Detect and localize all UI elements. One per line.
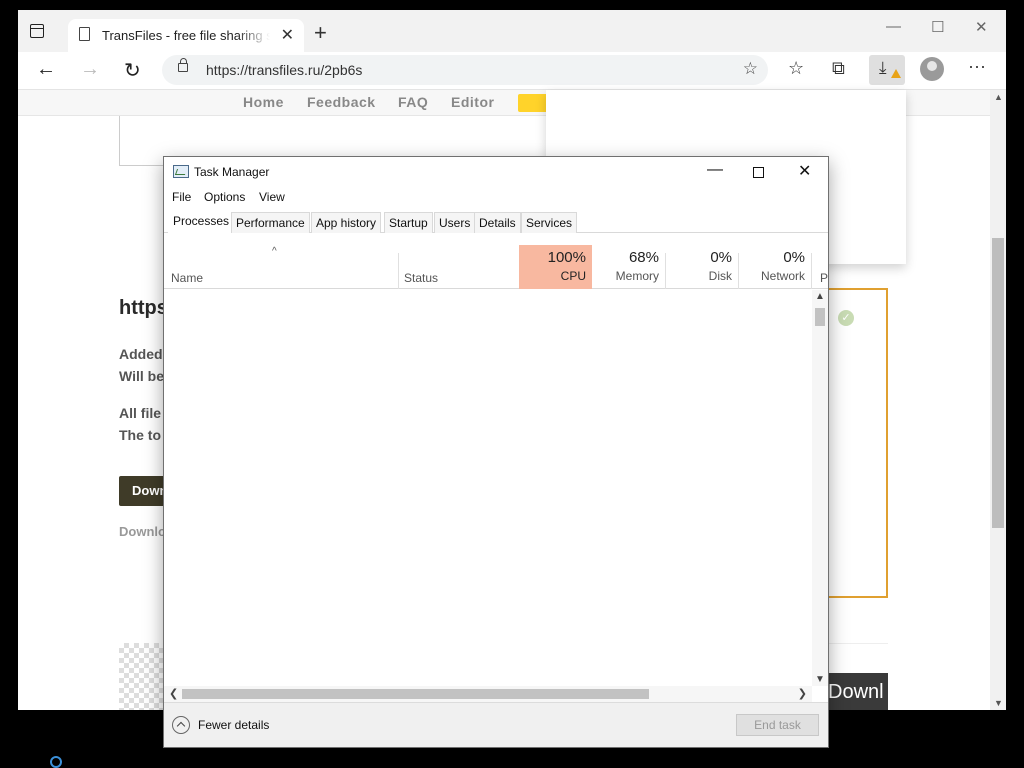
address-bar[interactable]: https://transfiles.ru/2pb6s ☆ xyxy=(162,55,768,85)
column-memory[interactable]: 68% Memory xyxy=(592,245,665,289)
end-task-button[interactable]: End task xyxy=(736,714,819,736)
tab-startup[interactable]: Startup xyxy=(384,212,433,233)
fewer-details-link[interactable]: Fewer details xyxy=(198,718,269,732)
window-minimize-button[interactable]: — xyxy=(886,18,901,35)
column-name[interactable]: Name xyxy=(171,271,203,285)
column-status[interactable]: Status xyxy=(404,271,438,285)
tm-close-button[interactable]: ✕ xyxy=(798,161,811,181)
process-table-header: ^ Name Status 100% CPU 68% Memory 0% Dis… xyxy=(164,245,828,289)
tab-processes[interactable]: Processes xyxy=(168,210,235,234)
cpu-label: CPU xyxy=(560,269,586,283)
task-manager-icon xyxy=(173,165,189,178)
sort-arrow-icon: ^ xyxy=(272,246,277,257)
nav-highlight-button[interactable] xyxy=(518,94,548,112)
hscroll-thumb[interactable] xyxy=(182,689,649,699)
task-manager-titlebar[interactable]: Task Manager — ✕ xyxy=(164,157,828,187)
profile-icon[interactable] xyxy=(920,57,944,81)
scrollbar-thumb[interactable] xyxy=(992,238,1004,528)
file-link-heading[interactable]: https xyxy=(119,297,168,320)
tab-services[interactable]: Services xyxy=(521,212,578,233)
download-banner-button[interactable]: Downl xyxy=(828,673,888,710)
task-manager-footer: Fewer details End task xyxy=(164,702,828,747)
process-list[interactable] xyxy=(164,290,812,686)
chevron-up-circle-icon[interactable] xyxy=(172,716,190,734)
nav-feedback-link[interactable]: Feedback xyxy=(307,94,376,110)
tab-app-history[interactable]: App history xyxy=(311,212,382,233)
tm-maximize-button[interactable] xyxy=(753,167,764,178)
process-list-hscrollbar[interactable]: ❮ ❯ xyxy=(164,686,812,702)
page-icon xyxy=(79,27,90,41)
cpu-percent: 100% xyxy=(547,249,586,266)
scroll-up-icon[interactable]: ▲ xyxy=(994,92,1003,102)
forward-button[interactable]: → xyxy=(80,58,100,81)
files-text: All file xyxy=(119,405,162,421)
lock-icon[interactable] xyxy=(178,58,188,72)
scroll-up-icon[interactable]: ▲ xyxy=(815,291,825,302)
tab-close-icon[interactable]: ✕ xyxy=(281,25,294,45)
scroll-down-icon[interactable]: ▼ xyxy=(815,674,825,685)
task-manager-menubar: File Options View xyxy=(164,188,828,208)
warning-icon xyxy=(891,69,901,78)
window-close-button[interactable]: ✕ xyxy=(975,18,988,36)
collections-icon[interactable]: ⧉ xyxy=(832,58,845,79)
cursor-icon xyxy=(50,756,62,768)
task-manager-window: Task Manager — ✕ File Options View Proce… xyxy=(163,156,829,748)
add-favorite-icon[interactable]: ☆ xyxy=(743,59,758,79)
column-power[interactable]: P xyxy=(820,271,828,285)
disk-label: Disk xyxy=(708,269,732,283)
window-maximize-button[interactable]: ☐ xyxy=(931,18,944,36)
tab-actions-icon[interactable] xyxy=(30,24,44,38)
url-text[interactable]: https://transfiles.ru/2pb6s xyxy=(206,62,362,78)
added-text: Added xyxy=(119,346,163,362)
download-link[interactable]: Downlo xyxy=(119,524,166,539)
back-button[interactable]: ← xyxy=(36,58,56,81)
network-percent: 0% xyxy=(783,249,805,266)
scroll-down-icon[interactable]: ▼ xyxy=(994,698,1003,708)
memory-percent: 68% xyxy=(628,249,659,266)
browser-tab[interactable]: TransFiles - free file sharing service ✕ xyxy=(68,19,304,52)
vscroll-thumb[interactable] xyxy=(815,308,825,326)
disk-percent: 0% xyxy=(710,249,732,266)
total-text: The to xyxy=(119,427,161,443)
scroll-left-icon[interactable]: ❮ xyxy=(169,687,178,700)
tab-bar: TransFiles - free file sharing service ✕… xyxy=(18,10,1006,52)
memory-label: Memory xyxy=(615,269,659,283)
task-manager-tabs: Processes Performance App history Startu… xyxy=(164,209,828,234)
new-tab-button[interactable]: + xyxy=(314,20,327,46)
reload-button[interactable]: ↻ xyxy=(124,58,141,83)
column-cpu[interactable]: 100% CPU xyxy=(519,245,592,289)
column-network[interactable]: 0% Network xyxy=(738,245,811,289)
network-label: Network xyxy=(760,269,805,283)
process-list-vscrollbar[interactable]: ▲ ▼ xyxy=(812,290,828,686)
column-disk[interactable]: 0% Disk xyxy=(665,245,738,289)
page-scrollbar[interactable]: ▲ ▼ xyxy=(990,90,1006,710)
desktop: TransFiles - free file sharing service ✕… xyxy=(0,0,1024,768)
favorites-icon[interactable]: ☆ xyxy=(788,58,804,79)
column-separator[interactable] xyxy=(811,253,812,289)
download-icon: ⤓ xyxy=(879,58,887,77)
menu-view[interactable]: View xyxy=(259,190,285,204)
check-icon: ✓ xyxy=(838,310,854,326)
nav-editor-link[interactable]: Editor xyxy=(451,94,494,110)
nav-home-link[interactable]: Home xyxy=(243,94,284,110)
menu-file[interactable]: File xyxy=(172,190,191,204)
nav-faq-link[interactable]: FAQ xyxy=(398,94,428,110)
more-icon[interactable]: ··· xyxy=(968,56,986,77)
tab-details[interactable]: Details xyxy=(474,212,521,233)
browser-toolbar: ← → ↻ https://transfiles.ru/2pb6s ☆ ☆ ⧉ … xyxy=(18,52,1006,90)
tm-minimize-button[interactable]: — xyxy=(707,161,723,179)
expiry-text: Will be xyxy=(119,368,164,384)
tab-performance[interactable]: Performance xyxy=(231,212,310,233)
scroll-right-icon[interactable]: ❯ xyxy=(798,687,807,700)
downloads-button[interactable]: ⤓ xyxy=(869,55,905,85)
tab-title: TransFiles - free file sharing service xyxy=(102,28,270,43)
tab-users[interactable]: Users xyxy=(434,212,476,233)
column-separator[interactable] xyxy=(398,253,399,289)
menu-options[interactable]: Options xyxy=(204,190,245,204)
task-manager-title: Task Manager xyxy=(194,165,270,179)
